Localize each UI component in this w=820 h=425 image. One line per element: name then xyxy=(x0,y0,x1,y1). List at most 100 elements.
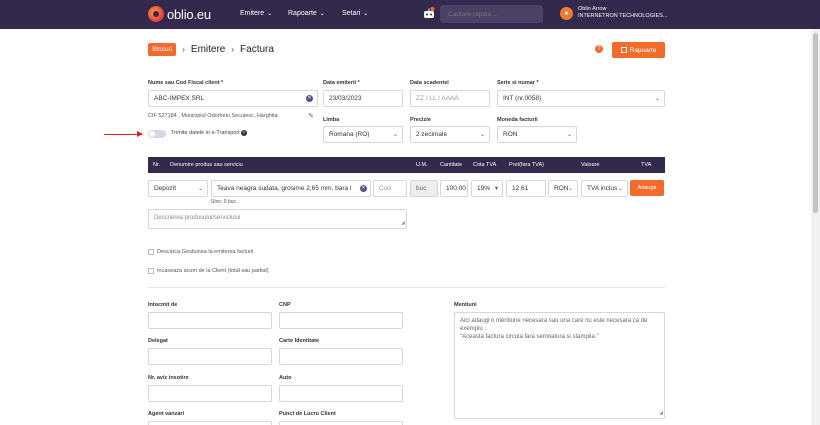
col-tva: TVA xyxy=(641,162,652,168)
buletin-input[interactable] xyxy=(279,348,403,365)
data-scadentei-input[interactable]: ZZ / LL / AAAA xyxy=(410,90,490,107)
row-currency-select[interactable]: RON ⌄ xyxy=(548,180,578,197)
assistant-bot-icon[interactable] xyxy=(422,6,436,20)
adauga-button-label: Adauga xyxy=(637,185,657,191)
nav-rapoarte[interactable]: Rapoarte ⌄ xyxy=(288,10,325,17)
user-menu[interactable]: ● Oblio Arrow INTERNETRON TECHNOLOGIES..… xyxy=(560,6,667,20)
edit-pencil-icon[interactable]: ✎ xyxy=(308,112,314,120)
client-label: Nume sau Cod Fiscal client * xyxy=(148,80,224,86)
cnp-input[interactable] xyxy=(279,312,403,329)
descarca-gestiunea-checkbox[interactable]: Descarca Gestiunea la emiterea facturii xyxy=(148,249,253,255)
limba-value: Romana (RO) xyxy=(329,131,370,138)
buletin-label: Carte Identitate xyxy=(279,338,320,344)
client-input[interactable]: ABC-IMPEX SRL ✕ xyxy=(148,90,318,107)
quick-search-input[interactable] xyxy=(440,5,543,23)
page-title: Factura xyxy=(240,44,274,55)
product-name-input[interactable]: Teava neagra sudata, grosime 2,65 mm, ba… xyxy=(211,180,371,197)
moneda-label: Moneda facturii xyxy=(497,117,538,123)
limba-select[interactable]: Romana (RO) ⌄ xyxy=(323,126,403,143)
quantity-input[interactable]: 100.00 xyxy=(440,180,468,197)
scrollbar-thumb[interactable] xyxy=(813,33,818,213)
delegat-input[interactable] xyxy=(148,348,272,365)
products-table-header: Nr. Denumire produs sau serviciu U.M. Ca… xyxy=(148,157,665,173)
mentiuni-placeholder: Aici adaugi o mentiune necesara sau una … xyxy=(460,318,648,340)
chevron-down-icon: ⌄ xyxy=(654,96,660,102)
breadcrumb: Stocuri › Emitere › Factura xyxy=(148,43,274,56)
incaseaza-label: Incaseaza acum de la Client (total sau p… xyxy=(157,268,269,274)
data-emiterii-input[interactable]: 23/03/2023 xyxy=(323,90,403,107)
col-denumire: Denumire produs sau serviciu xyxy=(170,162,243,168)
resize-handle-icon[interactable]: ◢ xyxy=(401,219,405,227)
adauga-button[interactable]: Adauga xyxy=(630,180,664,196)
product-description-textarea[interactable]: Descrierea produsului/serviciului ◢ xyxy=(148,209,407,229)
punct-lucru-label: Punct de Lucru Client xyxy=(279,411,336,417)
product-code-input[interactable]: Cod xyxy=(373,180,407,197)
nav-setari[interactable]: Setari ⌄ xyxy=(342,10,368,17)
mentiuni-label: Mentiuni xyxy=(454,302,477,308)
question-icon[interactable]: ? xyxy=(240,130,247,136)
clear-product-icon[interactable]: ✕ xyxy=(360,185,367,192)
report-icon xyxy=(620,47,627,53)
col-pret: Pret(fara TVA) xyxy=(509,162,544,168)
nav-setari-label: Setari xyxy=(342,10,361,17)
row-currency-value: RON xyxy=(554,185,569,192)
breadcrumb-emitere[interactable]: Emitere xyxy=(191,44,225,55)
checkbox-box[interactable] xyxy=(148,268,154,274)
auto-label: Auto xyxy=(279,375,292,381)
descarca-gestiunea-label: Descarca Gestiunea la emiterea facturii xyxy=(157,249,254,255)
price-input[interactable]: 12.61 xyxy=(506,180,546,197)
checkbox-box[interactable] xyxy=(148,249,154,255)
product-description-placeholder: Descrierea produsului/serviciului xyxy=(154,215,241,221)
incaseaza-checkbox[interactable]: Incaseaza acum de la Client (total sau p… xyxy=(148,268,269,274)
data-scadentei-label: Data scadentei xyxy=(410,80,449,86)
etransport-toggle[interactable] xyxy=(148,130,166,138)
vat-select[interactable]: 19% ▾ xyxy=(471,180,503,197)
stocuri-badge[interactable]: Stocuri xyxy=(148,43,177,56)
um-input[interactable]: buc xyxy=(410,180,438,197)
serie-numar-value: INT (nr.0058) xyxy=(503,95,542,102)
aviz-input[interactable] xyxy=(148,385,272,402)
col-nr: Nr. xyxy=(153,162,161,168)
col-cantitate: Cantitate xyxy=(440,162,463,168)
serie-numar-select[interactable]: INT (nr.0058) ⌄ xyxy=(497,90,665,107)
chevron-down-icon: ⌄ xyxy=(567,186,573,192)
chevron-down-icon: ⌄ xyxy=(566,132,572,138)
user-name: Oblio Arrow xyxy=(578,6,607,12)
chevron-down-icon: ⌄ xyxy=(197,186,203,192)
moneda-select[interactable]: RON ⌄ xyxy=(497,126,577,143)
help-icon[interactable]: ? xyxy=(595,45,603,53)
vat-mode-select[interactable]: TVA inclus ⌄ xyxy=(581,180,628,197)
resize-handle-icon[interactable]: ◢ xyxy=(659,409,663,417)
price-value: 12.61 xyxy=(512,185,529,192)
col-cota-tva: Cota TVA xyxy=(473,162,497,168)
punct-lucru-input[interactable] xyxy=(279,421,403,425)
mentiuni-textarea[interactable]: Aici adaugi o mentiune necesara sau una … xyxy=(454,312,665,419)
um-value: buc xyxy=(416,185,427,192)
chevron-down-icon: ⌄ xyxy=(363,11,369,17)
rapoarte-button[interactable]: Rapoarte xyxy=(612,42,665,58)
etransport-label: Trimite datele in e-Transport? xyxy=(171,130,247,136)
nav-rapoarte-label: Rapoarte xyxy=(288,10,317,17)
chevron-down-icon: ⌄ xyxy=(267,11,273,17)
oblio-logo[interactable]: oblio.eu xyxy=(148,6,211,22)
product-type-value: Depozit xyxy=(154,185,177,192)
section-divider xyxy=(148,287,665,288)
user-company: INTERNETRON TECHNOLOGIES... xyxy=(578,13,668,19)
precizie-value: 2 zecimale xyxy=(416,131,448,138)
col-valoare: Valoare xyxy=(581,162,600,168)
nav-emitere[interactable]: Emitere ⌄ xyxy=(240,10,272,17)
client-details: CIF 527184 , Municipiul Odorheiu Secuies… xyxy=(148,113,278,119)
cnp-label: CNP xyxy=(279,302,291,308)
agent-input[interactable] xyxy=(148,421,272,425)
chevron-down-icon: ⌄ xyxy=(479,132,485,138)
col-um: U.M. xyxy=(416,162,428,168)
auto-input[interactable] xyxy=(279,385,403,402)
precizie-select[interactable]: 2 zecimale ⌄ xyxy=(410,126,490,143)
user-info: Oblio Arrow INTERNETRON TECHNOLOGIES... xyxy=(578,6,667,20)
top-nav-bar: oblio.eu Emitere⌄ Rapoarte⌄ Setari⌄ ● Ob… xyxy=(0,0,820,29)
clear-client-icon[interactable]: ✕ xyxy=(306,95,313,102)
product-type-select[interactable]: Depozit ⌄ xyxy=(148,180,208,197)
intocmit-input[interactable] xyxy=(148,312,272,329)
product-name-value: Teava neagra sudata, grosime 2,65 mm, ba… xyxy=(217,185,352,192)
data-emiterii-value: 23/03/2023 xyxy=(329,95,362,102)
